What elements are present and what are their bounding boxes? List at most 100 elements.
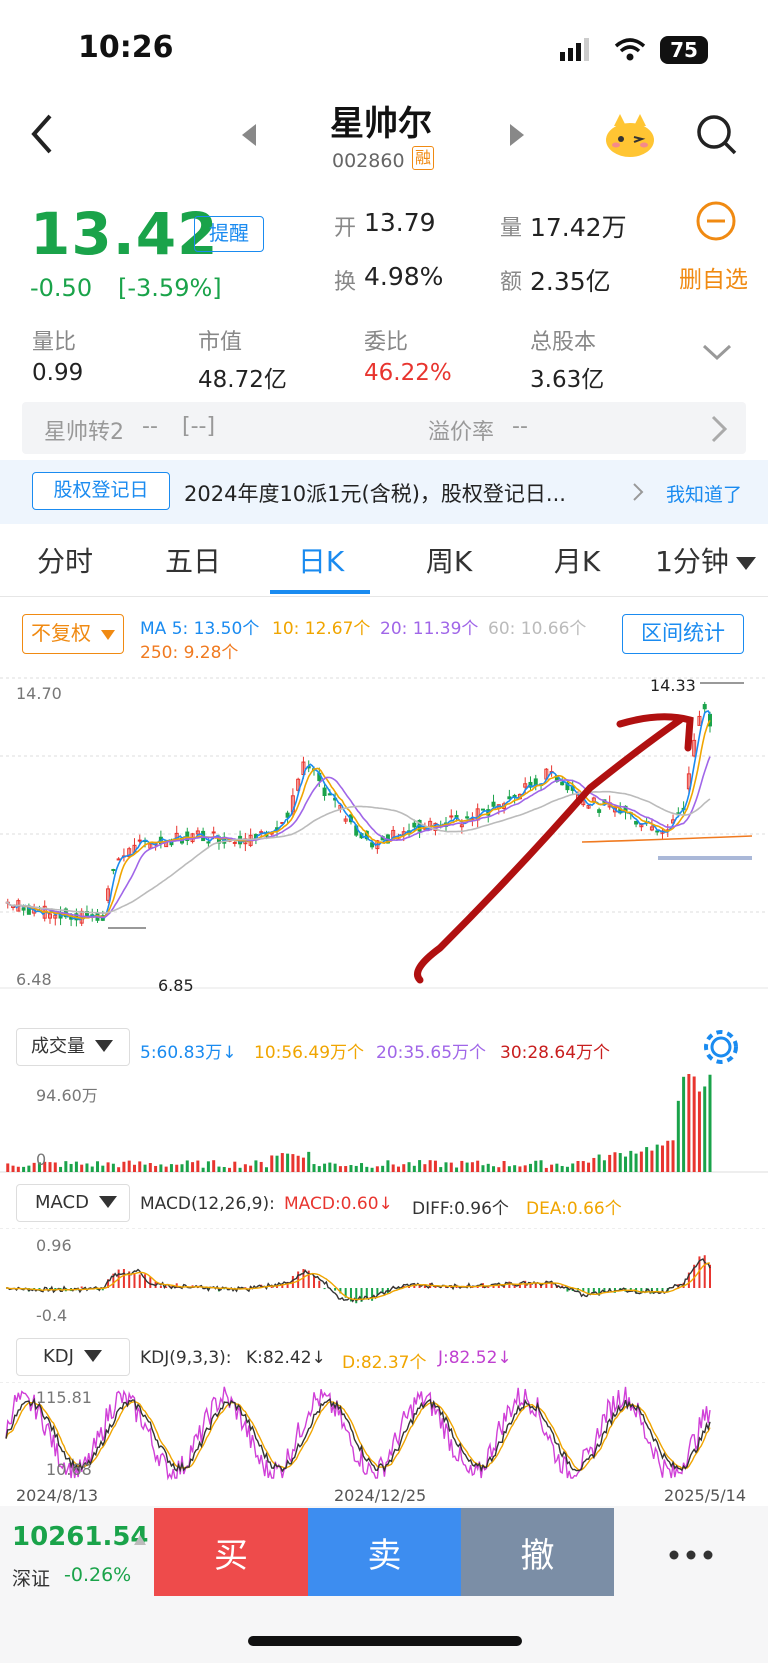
volume-bar — [507, 1166, 511, 1172]
stat-label-1: 量比 — [32, 330, 77, 355]
ma250-label: 250: 9.28个 — [140, 643, 239, 663]
range-stats-button[interactable]: 区间统计 — [622, 614, 744, 654]
volume-bar — [312, 1164, 316, 1172]
volume-bar — [16, 1166, 20, 1172]
volume-label: 量 — [500, 216, 523, 241]
candle-body — [211, 831, 216, 834]
volume-bar — [523, 1165, 527, 1172]
tab-monthly-k[interactable]: 月K — [542, 540, 612, 580]
cancel-order-button[interactable]: 撤 — [461, 1508, 614, 1596]
volume-value: 17.42万 — [530, 213, 627, 242]
volume-bar — [613, 1152, 617, 1172]
buy-button[interactable]: 买 — [154, 1508, 308, 1596]
cancel-label: 撤 — [520, 1535, 555, 1576]
macd-diff: DIFF:0.96个 — [412, 1199, 509, 1219]
volume-bar — [534, 1160, 538, 1172]
tab-five-day[interactable]: 五日 — [158, 540, 228, 580]
next-stock-icon[interactable] — [510, 124, 526, 150]
volume-bar — [692, 1076, 696, 1172]
mascot-icon[interactable] — [604, 112, 656, 162]
adjust-label: 不复权 — [31, 621, 91, 645]
candle-body — [21, 907, 26, 911]
turnover-value: 4.98% — [364, 262, 444, 291]
more-icon[interactable] — [668, 1546, 714, 1565]
back-icon[interactable] — [28, 112, 56, 160]
notice-dismiss[interactable]: 我知道了 — [666, 480, 742, 507]
volume-bar — [449, 1162, 453, 1172]
volume-bar — [291, 1154, 295, 1172]
vol-ma10-label: 10:56.49万个 — [254, 1043, 365, 1063]
volume-bar — [159, 1164, 163, 1172]
price-change: -0.50 — [30, 274, 93, 302]
volume-bar — [259, 1161, 263, 1172]
candle-body — [259, 831, 264, 834]
candle-body — [655, 830, 660, 833]
volume-bar — [127, 1160, 131, 1172]
buy-label: 买 — [214, 1535, 248, 1576]
macd-bar — [709, 1264, 711, 1288]
volume-bar — [439, 1167, 443, 1172]
kdj-selector[interactable]: KDJ — [16, 1338, 130, 1376]
convertible-bar[interactable]: 星帅转2 -- [--] 溢价率 -- — [22, 402, 746, 454]
prev-stock-icon[interactable] — [242, 124, 258, 150]
tab-daily-k[interactable]: 日K — [286, 540, 356, 580]
settings-gear-icon[interactable] — [702, 1028, 740, 1070]
macd-bottom-label: -0.4 — [36, 1306, 68, 1325]
stat-label-2: 市值 — [198, 330, 243, 355]
volume-bar — [386, 1160, 390, 1172]
alert-button[interactable]: 提醒 — [194, 216, 264, 252]
candle-body — [285, 812, 290, 818]
ma250-line — [581, 835, 753, 843]
volume-selector[interactable]: 成交量 — [16, 1028, 130, 1066]
tab-weekly-k[interactable]: 周K — [414, 540, 484, 580]
volume-chart[interactable] — [0, 1074, 768, 1176]
expand-chevron-icon[interactable] — [702, 344, 732, 366]
volume-bar — [53, 1162, 57, 1172]
stock-name: 星帅尔 — [330, 104, 432, 144]
status-time: 10:26 — [78, 30, 174, 65]
macd-chart[interactable] — [0, 1228, 768, 1328]
volume-bar — [106, 1162, 110, 1172]
tab-minute[interactable]: 1分钟 — [652, 540, 732, 580]
volume-bar — [143, 1164, 147, 1172]
macd-bar — [313, 1275, 315, 1288]
macd-selector[interactable]: MACD — [16, 1184, 130, 1222]
kdj-top-label: 115.81 — [36, 1388, 92, 1407]
adjust-selector[interactable]: 不复权 — [22, 614, 124, 654]
volume-bar — [323, 1163, 327, 1172]
index-value[interactable]: 10261.54 — [12, 1522, 149, 1552]
date-label-mid: 2024/12/25 — [334, 1486, 427, 1505]
volume-bar — [249, 1165, 253, 1172]
price-label-top: 14.70 — [16, 684, 62, 703]
ma10-label: 10: 12.67个 — [272, 619, 371, 639]
remove-watch-label[interactable]: 删自选 — [679, 260, 748, 294]
notice-banner: 股权登记日 2024年度10派1元(含税)，股权登记日... 我知道了 — [0, 460, 768, 524]
volume-bar — [317, 1166, 321, 1172]
index-change: -0.26% — [64, 1564, 132, 1586]
volume-bar — [280, 1153, 284, 1172]
volume-bar — [349, 1165, 353, 1172]
tab-intraday[interactable]: 分时 — [30, 540, 100, 580]
minute-dropdown-icon[interactable] — [736, 556, 756, 575]
diff-line — [5, 1258, 711, 1303]
bond-name: 星帅转2 — [44, 420, 124, 445]
macd-dea: DEA:0.66个 — [526, 1199, 622, 1219]
search-icon[interactable] — [696, 114, 738, 160]
volume-bar — [138, 1161, 142, 1172]
volume-bar — [64, 1161, 68, 1172]
volume-bar — [497, 1167, 501, 1172]
kdj-dropdown-icon — [83, 1339, 102, 1375]
remove-watch-icon[interactable] — [695, 200, 737, 246]
notice-text[interactable]: 2024年度10派1元(含税)，股权登记日... — [184, 478, 566, 508]
volume-bar — [154, 1165, 158, 1172]
volume-bar — [90, 1166, 94, 1172]
kline-chart[interactable] — [0, 668, 768, 1008]
volume-bar — [555, 1163, 559, 1172]
kdj-chart[interactable] — [0, 1382, 768, 1482]
candle-body — [111, 869, 116, 872]
volume-bar — [418, 1160, 422, 1172]
volume-bar — [412, 1165, 416, 1172]
volume-bar — [645, 1147, 649, 1172]
volume-bar — [296, 1155, 300, 1172]
sell-button[interactable]: 卖 — [308, 1508, 461, 1596]
